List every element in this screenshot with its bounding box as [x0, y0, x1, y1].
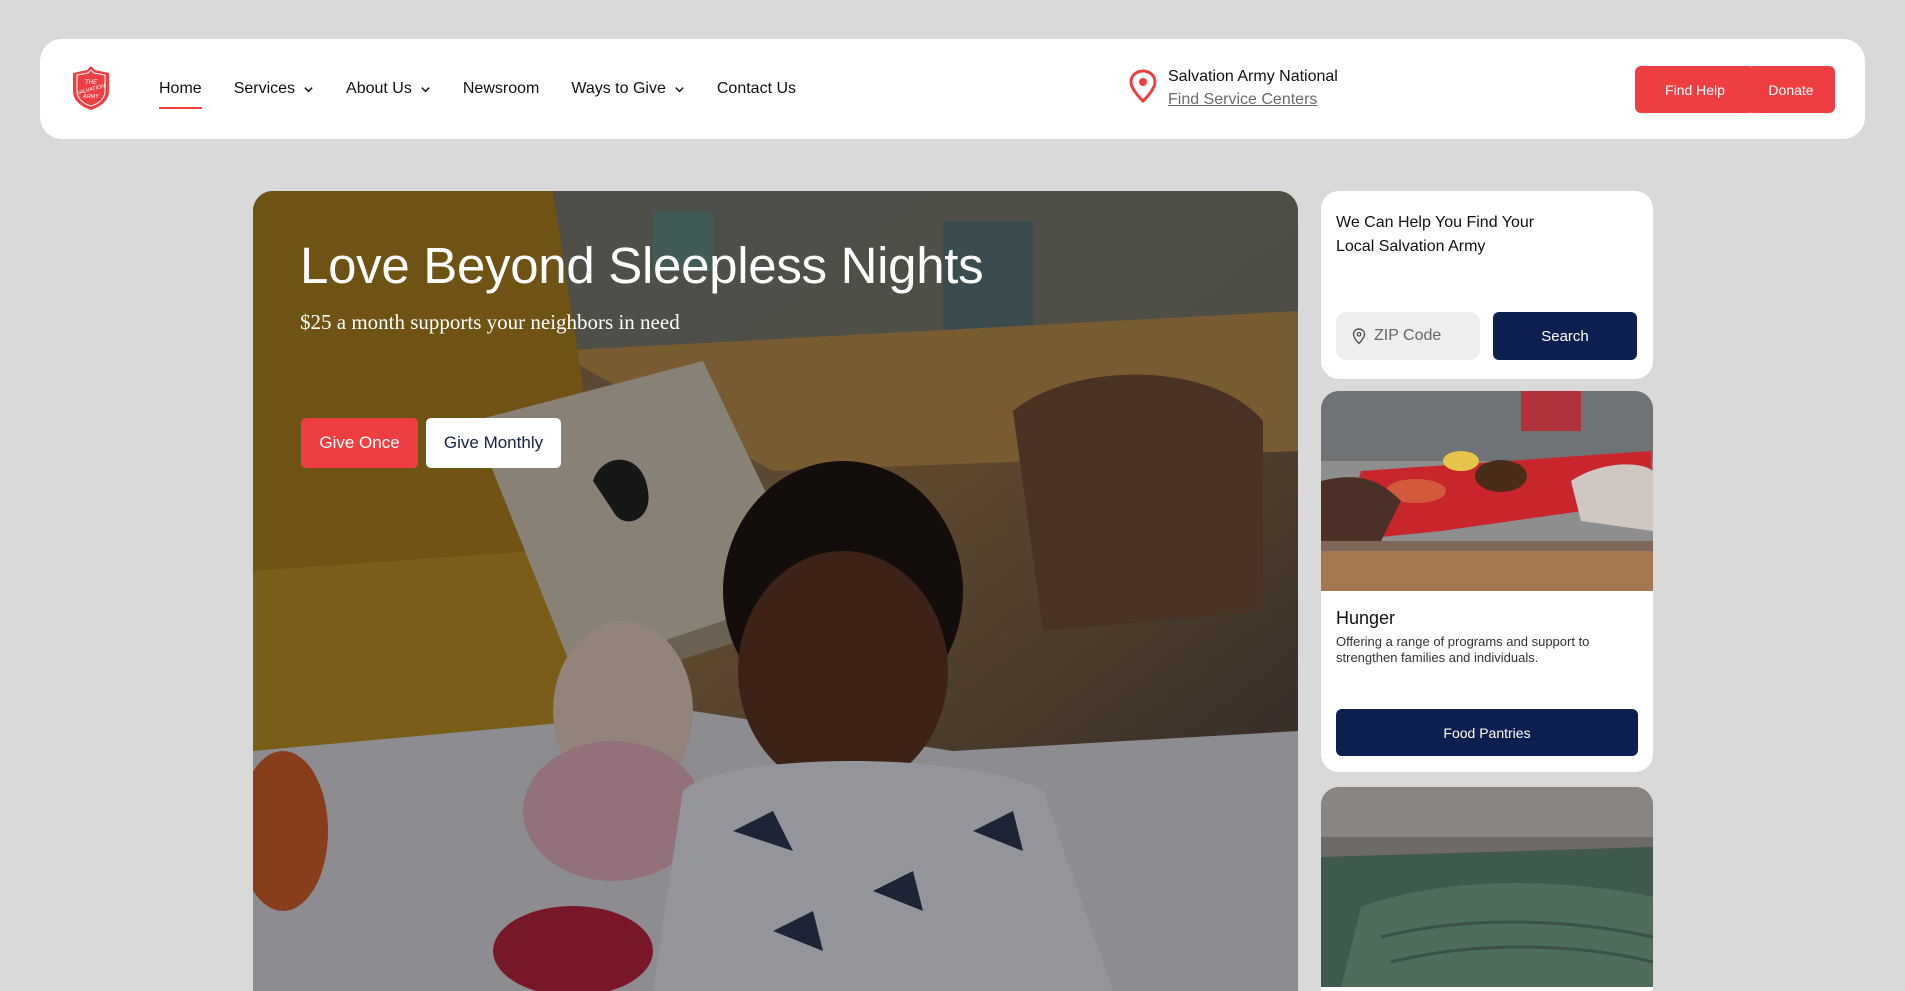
food-pantries-button[interactable]: Food Pantries	[1336, 709, 1638, 756]
find-help-button[interactable]: Find Help	[1635, 66, 1755, 113]
nav-services[interactable]: Services	[234, 39, 314, 139]
hero-banner: Love Beyond Sleepless Nights $25 a month…	[253, 191, 1298, 991]
hunger-service-card: Hunger Offering a range of programs and …	[1321, 391, 1653, 772]
nav-newsroom-label: Newsroom	[462, 80, 540, 97]
main-nav: Home Services About Us Newsroom Ways to …	[159, 39, 828, 139]
give-once-button[interactable]: Give Once	[301, 418, 418, 468]
hunger-photo	[1321, 391, 1653, 591]
nav-ways-to-give[interactable]: Ways to Give	[571, 39, 685, 139]
location-name: Salvation Army National	[1168, 68, 1338, 85]
give-monthly-button[interactable]: Give Monthly	[426, 418, 561, 468]
svg-text:ARMY: ARMY	[82, 94, 99, 100]
find-service-centers-link[interactable]: Find Service Centers	[1168, 88, 1338, 112]
nav-home[interactable]: Home	[159, 39, 202, 139]
zip-code-field[interactable]	[1336, 312, 1480, 360]
nav-contact-us-label: Contact Us	[716, 80, 797, 97]
site-header: THE SALVATION ARMY Home Services About U…	[40, 39, 1865, 139]
nav-newsroom[interactable]: Newsroom	[463, 39, 539, 139]
chevron-down-icon	[421, 86, 430, 92]
hero-subtitle: $25 a month supports your neighbors in n…	[300, 310, 680, 334]
map-pin-icon	[1352, 327, 1366, 344]
search-button[interactable]: Search	[1493, 312, 1637, 360]
nav-home-label: Home	[159, 80, 202, 97]
zip-code-input[interactable]	[1374, 327, 1474, 345]
nav-contact-us[interactable]: Contact Us	[717, 39, 796, 139]
nav-about-us-label: About Us	[346, 80, 412, 97]
hunger-description: Offering a range of programs and support…	[1336, 634, 1590, 665]
nav-about-us[interactable]: About Us	[346, 39, 431, 139]
chevron-down-icon	[304, 86, 313, 92]
shelter-service-card	[1321, 787, 1653, 991]
donate-button[interactable]: Donate	[1747, 66, 1835, 113]
salvation-army-logo[interactable]: THE SALVATION ARMY	[70, 65, 112, 111]
shelter-photo	[1321, 787, 1653, 987]
chevron-down-icon	[675, 86, 684, 92]
search-heading: We Can Help You Find Your Local Salvatio…	[1336, 214, 1535, 255]
location-selector: Salvation Army National Find Service Cen…	[1128, 66, 1338, 112]
nav-services-label: Services	[233, 80, 296, 97]
location-search-card: We Can Help You Find Your Local Salvatio…	[1321, 191, 1653, 379]
hero-title: Love Beyond Sleepless Nights	[300, 237, 984, 294]
map-pin-icon	[1129, 69, 1157, 103]
hunger-title: Hunger	[1336, 608, 1396, 628]
nav-ways-to-give-label: Ways to Give	[571, 80, 666, 97]
